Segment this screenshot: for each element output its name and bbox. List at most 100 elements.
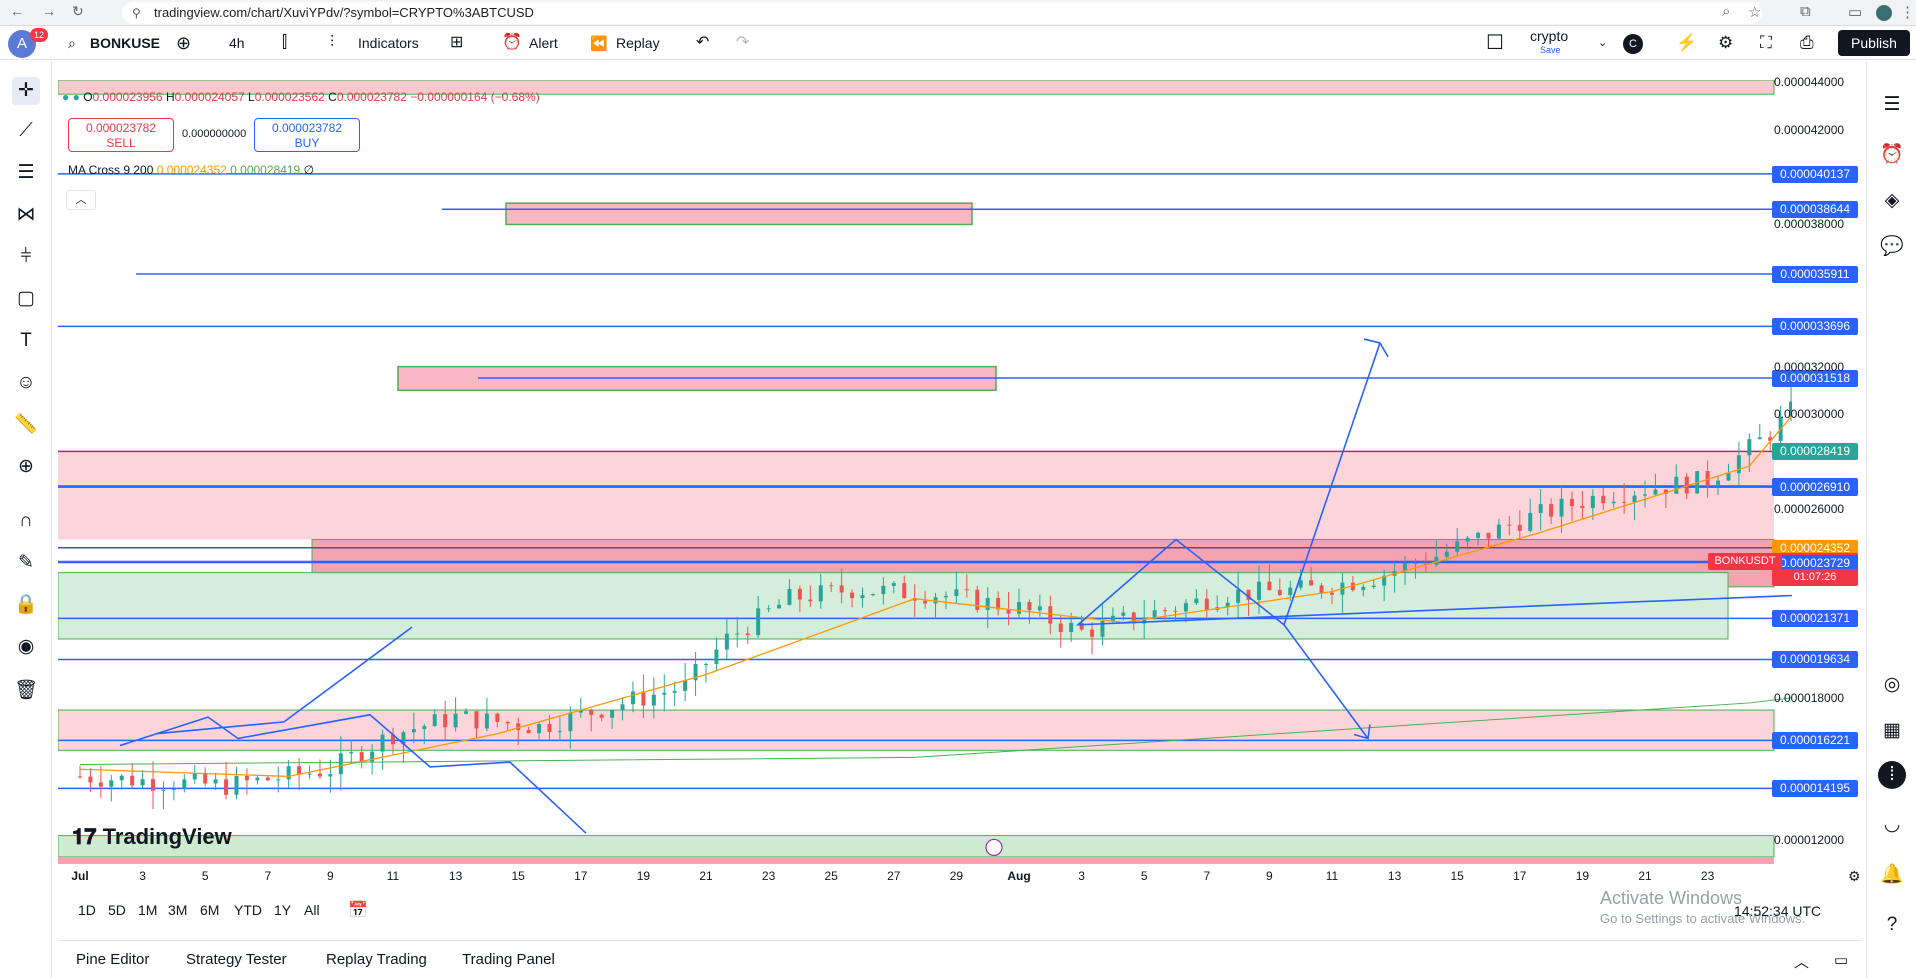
indicator-legend[interactable]: MA Cross 9 200 0.000024352 0.000028419 ∅ — [68, 163, 314, 177]
kebab-menu-icon[interactable]: ⋮ — [1900, 3, 1915, 21]
collapse-legend-chevron-icon[interactable]: ︿ — [66, 190, 96, 210]
range-6m[interactable]: 6M — [200, 902, 219, 918]
compare-add-icon[interactable]: ⊕ — [176, 26, 191, 60]
range-ytd[interactable]: YTD — [234, 902, 262, 918]
lock-icon[interactable]: 🔒 — [12, 591, 40, 619]
tab-replay-trading[interactable]: Replay Trading — [326, 951, 427, 968]
undo-icon[interactable]: ↶ — [696, 26, 709, 60]
url-text: tradingview.com/chart/XuviYPdv/?symbol=C… — [154, 5, 534, 20]
alerts-clock-icon[interactable]: ⏰ — [1878, 141, 1906, 169]
calendar-icon[interactable]: ▦ — [1878, 717, 1906, 745]
range-1d[interactable]: 1D — [78, 902, 96, 918]
alert-button[interactable]: Alert — [529, 26, 558, 60]
price-label-13: 0.000016221 — [1772, 732, 1858, 750]
candle-body — [1486, 532, 1491, 539]
publish-button[interactable]: Publish — [1838, 30, 1910, 56]
redo-icon[interactable]: ↷ — [736, 26, 749, 60]
price-tick-4: 0.000030000 — [1774, 406, 1845, 421]
replay-button[interactable]: Replay — [616, 26, 660, 60]
change-value: −0.000000164 (−0.68%) — [410, 90, 540, 104]
range-all[interactable]: All — [304, 902, 320, 918]
symbol-search-icon[interactable]: ⌕ — [68, 26, 76, 60]
zoom-in-icon[interactable]: ⊕ — [12, 453, 40, 481]
interval-select[interactable]: 4h — [229, 26, 245, 60]
tradingview-logo-icon: 𝟏𝟕 — [72, 824, 97, 849]
notification-bell-icon[interactable]: 🔔 — [1878, 861, 1906, 889]
site-info-icon[interactable]: ⚲ — [132, 2, 141, 24]
magnet-icon[interactable]: ∩ — [12, 507, 40, 535]
goto-date-calendar-icon[interactable]: 📅 — [348, 900, 368, 920]
address-bar[interactable]: ⚲ tradingview.com/chart/XuviYPdv/?symbol… — [122, 2, 1762, 24]
tab-pine-editor[interactable]: Pine Editor — [76, 951, 149, 968]
time-axis[interactable]: Jul 3 5 7 9 11 13 15 17 19 21 23 25 27 29 Aug 3 5 7 9 11 13 15… — [58, 864, 1792, 888]
indicators-button[interactable]: Indicators — [358, 26, 419, 60]
back-icon[interactable]: ← — [10, 3, 24, 19]
range-5d[interactable]: 5D — [108, 902, 126, 918]
signal-icon[interactable]: ◡ — [1878, 811, 1906, 839]
emoji-icon[interactable]: ☺ — [12, 369, 40, 397]
ruler-icon[interactable]: 📏 — [12, 411, 40, 439]
shapes-icon[interactable]: ▢ — [12, 285, 40, 313]
replay-icon[interactable]: ⏪ — [590, 26, 607, 60]
eye-icon[interactable]: ◉ — [12, 633, 40, 661]
indicators-icon[interactable]: ⫶ — [330, 26, 334, 60]
bar-countdown: 01:07:26 — [1772, 569, 1858, 587]
trash-icon[interactable]: 🗑 — [12, 677, 40, 705]
range-3m[interactable]: 3M — [168, 902, 187, 918]
candle-body — [78, 776, 82, 778]
layout-select-icon[interactable]: ☐ — [1486, 26, 1504, 60]
forecast-icon[interactable]: ⫩ — [12, 243, 40, 271]
c-badge[interactable]: C — [1623, 34, 1643, 54]
price-chart[interactable] — [58, 80, 1792, 864]
candle-body — [1110, 615, 1115, 621]
text-icon[interactable]: T — [12, 327, 40, 355]
candle-body — [1538, 504, 1543, 514]
panel-collapse-chevron-icon[interactable]: ︿ — [1794, 951, 1809, 972]
chevron-down-icon[interactable]: ⌄ — [1598, 26, 1607, 60]
chart-canvas[interactable] — [58, 80, 1792, 864]
templates-icon[interactable]: ⊞ — [450, 26, 463, 60]
search-zoom-icon[interactable]: ⌕ — [1722, 3, 1730, 20]
range-1m[interactable]: 1M — [138, 902, 157, 918]
bookmark-star-icon[interactable]: ☆ — [1748, 3, 1761, 21]
stay-drawing-icon[interactable]: ✎ — [12, 549, 40, 577]
candle-body — [1747, 439, 1752, 456]
buy-button[interactable]: 0.000023782 BUY — [254, 118, 360, 152]
fib-retracement-icon[interactable]: ☰ — [12, 159, 40, 187]
time-tick-4: 9 — [327, 869, 334, 883]
watchlist-icon[interactable]: ☰ — [1878, 91, 1906, 119]
layers-icon[interactable]: ◈ — [1878, 187, 1906, 215]
alert-icon[interactable]: ⏰ — [502, 26, 522, 60]
sell-button[interactable]: 0.000023782 SELL — [68, 118, 174, 152]
apps-grid-icon[interactable]: ⁞ — [1878, 761, 1906, 789]
tab-trading-panel[interactable]: Trading Panel — [462, 951, 555, 968]
utc-clock[interactable]: 14:52:34 UTC — [1734, 903, 1821, 919]
chat-icon[interactable]: 💬 — [1878, 233, 1906, 261]
candles-icon[interactable]: ⫿ — [282, 26, 287, 60]
crosshair-icon[interactable]: ✛ — [12, 77, 40, 105]
reload-icon[interactable]: ↻ — [72, 3, 84, 20]
candle-body — [1507, 524, 1512, 526]
symbol-search[interactable]: BONKUSE — [90, 26, 160, 60]
browser-bar: ← → ↻ ⚲ tradingview.com/chart/XuviYPdv/?… — [0, 0, 1916, 26]
pattern-icon[interactable]: ⋈ — [12, 201, 40, 229]
maximize-panel-icon[interactable]: ▭ — [1834, 951, 1848, 969]
axis-settings-gear-icon[interactable]: ⚙ — [1848, 868, 1861, 885]
forward-icon[interactable]: → — [42, 3, 56, 19]
fullscreen-icon[interactable]: ⛶ — [1760, 26, 1772, 60]
range-1y[interactable]: 1Y — [274, 902, 291, 918]
camera-icon[interactable]: ⎙ — [1800, 26, 1814, 60]
candle-body — [1653, 489, 1658, 495]
trendline-icon[interactable]: ⟋ — [12, 117, 40, 145]
tab-strategy-tester[interactable]: Strategy Tester — [186, 951, 287, 968]
quick-search-icon[interactable]: ⚡ — [1676, 26, 1697, 60]
extensions-icon[interactable]: ⧉ — [1800, 3, 1811, 20]
settings-gear-icon[interactable]: ⚙ — [1718, 26, 1733, 60]
price-tick-6: 0.000018000 — [1774, 691, 1845, 706]
help-icon[interactable]: ? — [1878, 911, 1906, 939]
notification-badge: 12 — [30, 28, 48, 42]
profile-avatar[interactable] — [1876, 5, 1892, 21]
target-icon[interactable]: ◎ — [1878, 671, 1906, 699]
spread-value: 0.000000000 — [182, 128, 247, 140]
window-icon[interactable]: ▭ — [1848, 3, 1862, 21]
